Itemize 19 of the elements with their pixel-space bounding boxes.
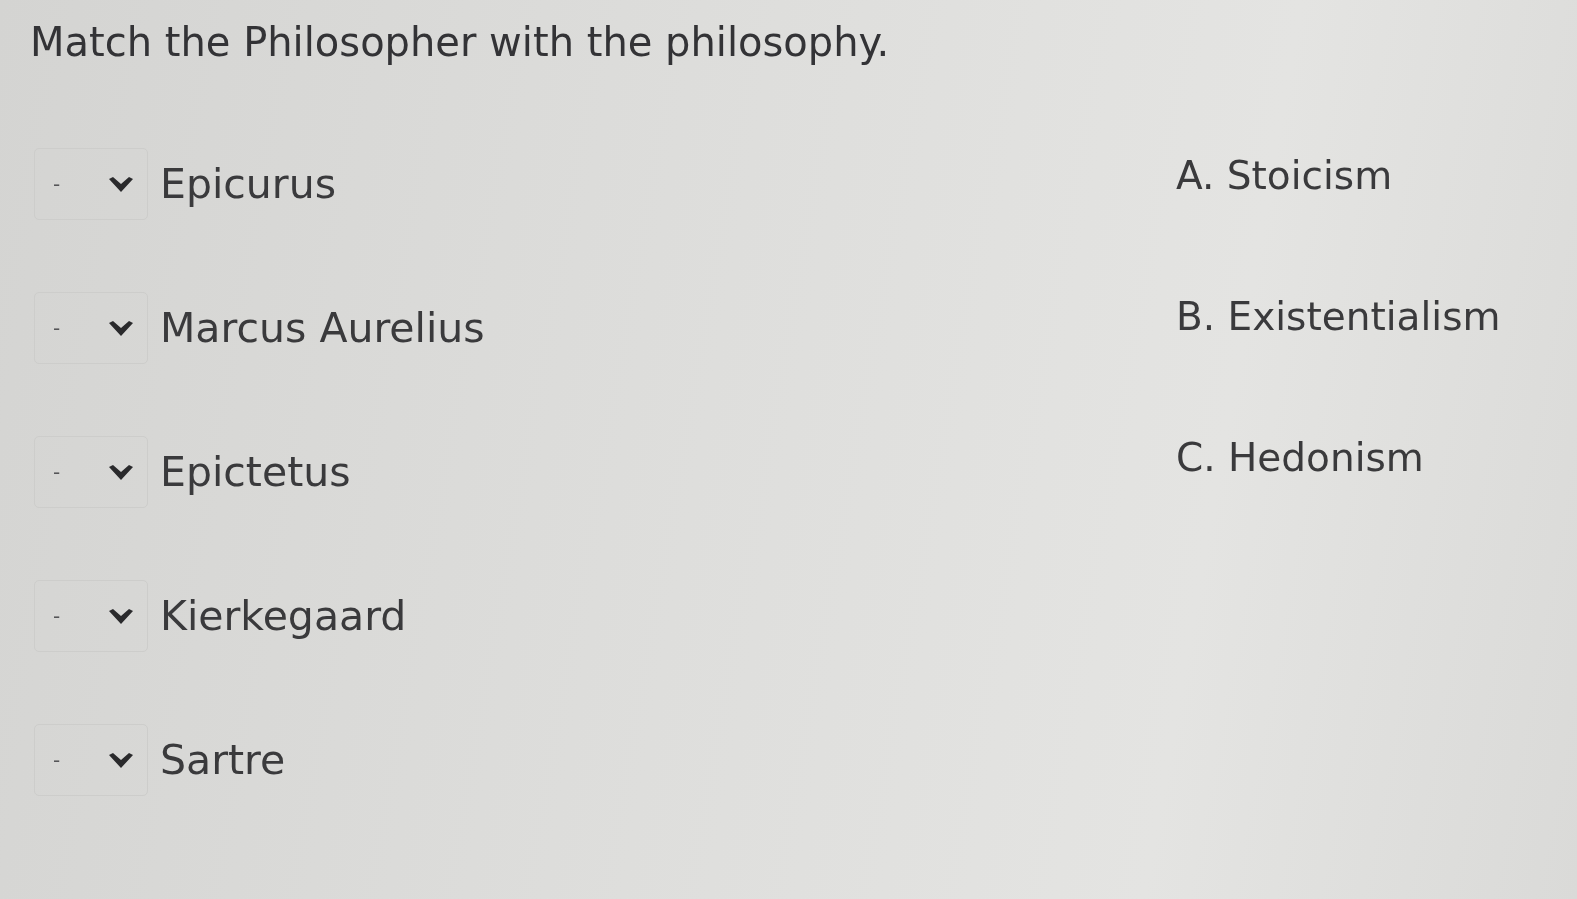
philosopher-label: Epictetus [160, 448, 351, 496]
chevron-down-icon [109, 752, 133, 768]
answer-dropdown[interactable]: - [34, 148, 148, 220]
philosopher-label: Sartre [160, 736, 286, 784]
chevron-down-icon [109, 176, 133, 192]
philosophy-option: B. Existentialism [1176, 294, 1501, 340]
chevron-down-icon [109, 320, 133, 336]
answer-dropdown[interactable]: - [34, 724, 148, 796]
chevron-down-icon [109, 608, 133, 624]
answer-dropdown[interactable]: - [34, 292, 148, 364]
philosopher-label: Kierkegaard [160, 592, 407, 640]
question-title: Match the Philosopher with the philosophy. [30, 18, 890, 66]
philosophy-option: A. Stoicism [1176, 153, 1393, 199]
philosopher-label: Marcus Aurelius [160, 304, 485, 352]
philosopher-label: Epicurus [160, 160, 337, 208]
chevron-down-icon [109, 464, 133, 480]
answer-dropdown[interactable]: - [34, 436, 148, 508]
philosophy-option: C. Hedonism [1176, 435, 1424, 481]
answer-dropdown[interactable]: - [34, 580, 148, 652]
